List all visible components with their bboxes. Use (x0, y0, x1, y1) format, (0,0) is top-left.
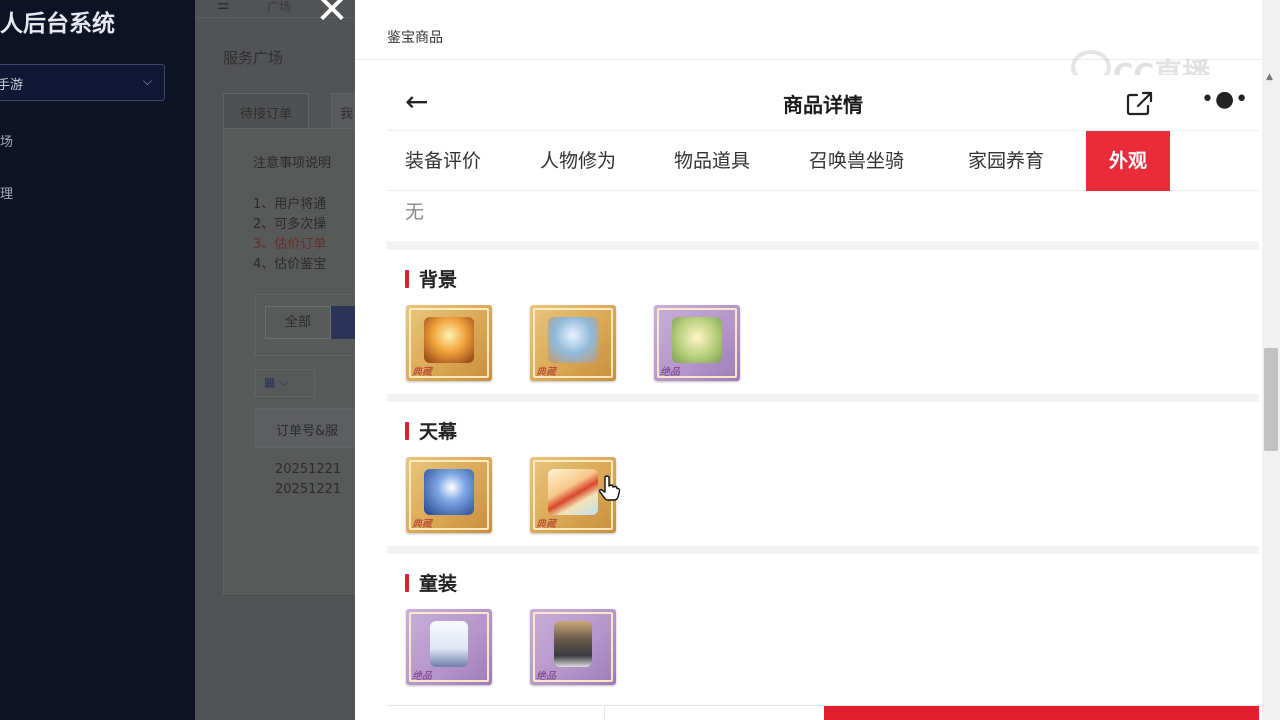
section-marker (405, 574, 409, 592)
sidebar-item-square[interactable]: 场 (0, 131, 13, 150)
item-thumbnail[interactable]: 典藏 (530, 305, 616, 381)
game-select-value: 手游 (0, 78, 24, 93)
chevron-down-icon: ⌵ (279, 375, 289, 389)
item-thumbnail[interactable]: 绝品 (654, 305, 740, 381)
tab-character[interactable]: 人物修为 (540, 131, 616, 191)
sidebar-item-manage[interactable]: 理 (0, 183, 13, 202)
detail-tabs: 装备评价 人物修为 物品道具 召唤兽坐骑 家园养育 外观 (387, 131, 1259, 191)
section-title: 背景 (419, 269, 458, 291)
grid-icon: ▦ (264, 375, 276, 389)
menu-fold-icon[interactable]: ☰ (217, 0, 230, 13)
item-art (548, 317, 598, 363)
scroll-up-arrow-icon[interactable]: ▲ (1266, 72, 1273, 82)
page-title: 服务广场 (223, 49, 284, 67)
section-background: 背景 典藏 典藏 绝品 (387, 250, 1259, 394)
note-line: 2、可多次操 (253, 217, 327, 232)
note-line: 3、估价订单 (253, 237, 327, 252)
section-marker (405, 422, 409, 440)
empty-text: 无 (405, 201, 425, 223)
section-child-outfit: 童装 绝品 绝品 (387, 554, 1259, 705)
section-previous: 无 (387, 191, 1259, 241)
nav-bar: ← 商品详情 •●• (387, 75, 1259, 131)
detail-drawer: 鉴宝商品 CC直播 ← 商品详情 •●• 装备评价 人物修为 物品道具 召唤兽坐… (355, 0, 1280, 720)
section-title: 天幕 (419, 421, 458, 443)
item-art (424, 469, 474, 515)
chevron-down-icon: ⌵ (142, 74, 152, 88)
scrollbar-thumb[interactable] (1264, 348, 1278, 451)
tab-equipment[interactable]: 装备评价 (405, 131, 481, 191)
tab-pending-orders[interactable]: 待接订单 (223, 93, 310, 129)
item-thumbnail[interactable]: 典藏 (406, 305, 492, 381)
app-brand: 人后台系统 (0, 11, 115, 37)
item-thumbnail[interactable]: 典藏 (406, 457, 492, 533)
drawer-title: 鉴宝商品 (387, 30, 443, 46)
close-icon[interactable]: ✕ (312, 0, 352, 30)
tab-appearance[interactable]: 外观 (1086, 131, 1170, 191)
section-marker (405, 270, 409, 288)
share-icon[interactable] (1125, 91, 1155, 117)
item-art (554, 621, 592, 667)
section-sky: 天幕 典藏 典藏 (387, 402, 1259, 546)
grid-view-button[interactable]: ▦ ⌵ (255, 369, 315, 397)
breadcrumb: 广场 (267, 0, 292, 14)
product-detail-frame: ← 商品详情 •●• 装备评价 人物修为 物品道具 召唤兽坐骑 家园养育 外观 … (387, 75, 1259, 720)
rarity-tag: 典藏 (412, 519, 432, 530)
rarity-tag: 典藏 (536, 519, 556, 530)
rarity-tag: 绝品 (660, 367, 680, 378)
detail-content: 无 背景 典藏 典藏 绝品 天幕 典藏 典藏 童装 绝品 绝品 (387, 191, 1259, 705)
game-select[interactable]: 手游 ⌵ (0, 64, 165, 101)
item-art (430, 621, 468, 667)
filter-all-button[interactable]: 全部 (265, 306, 331, 339)
item-thumbnail[interactable]: 绝品 (530, 609, 616, 685)
tab-pets-mounts[interactable]: 召唤兽坐骑 (809, 131, 904, 191)
rarity-tag: 绝品 (412, 671, 432, 682)
note-line: 1、用户将通 (253, 197, 327, 212)
buy-button[interactable] (824, 706, 1259, 720)
tab-items[interactable]: 物品道具 (674, 131, 750, 191)
item-thumbnail[interactable]: 绝品 (406, 609, 492, 685)
table-row[interactable]: 20251221 (275, 482, 341, 497)
rarity-tag: 典藏 (536, 367, 556, 378)
notes-title: 注意事项说明 (253, 156, 332, 171)
rarity-tag: 绝品 (536, 671, 556, 682)
rarity-tag: 典藏 (412, 367, 432, 378)
note-line: 4、估价鉴宝 (253, 257, 327, 272)
item-art (424, 317, 474, 363)
item-art (672, 317, 722, 363)
section-title: 童装 (419, 573, 458, 595)
tab-mine[interactable]: 我 (331, 93, 355, 129)
sidebar: 人后台系统 手游 ⌵ 场 理 (0, 0, 195, 720)
item-art (548, 469, 598, 515)
tab-home[interactable]: 家园养育 (968, 131, 1044, 191)
table-row[interactable]: 20251221 (275, 462, 341, 477)
bottom-action-bar (387, 705, 1259, 720)
more-dots-icon[interactable]: •●• (1201, 87, 1249, 112)
hand-pointer-icon (598, 475, 620, 501)
